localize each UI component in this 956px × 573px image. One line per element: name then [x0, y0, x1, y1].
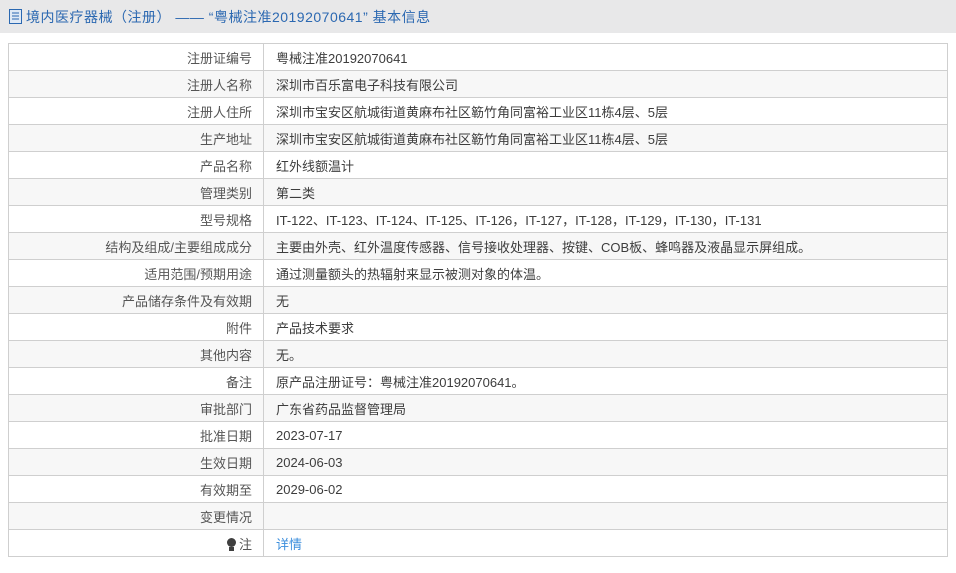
bulb-icon	[226, 537, 236, 551]
row-label: 批准日期	[8, 421, 264, 449]
row-value	[263, 502, 948, 530]
table-row: 产品储存条件及有效期无	[8, 286, 948, 314]
row-label: 备注	[8, 367, 264, 395]
info-table-body: 注册证编号 粤械注准20192070641 注册人名称 深圳市百乐富电子科技有限公司注…	[8, 43, 948, 557]
table-row: 注册证编号 粤械注准20192070641	[8, 43, 948, 71]
row-label: 结构及组成/主要组成成分	[8, 232, 264, 260]
table-row: 注详情	[8, 529, 948, 557]
detail-link[interactable]: 详情	[276, 537, 302, 552]
row-value: 通过测量额头的热辐射来显示被测对象的体温。	[263, 259, 948, 287]
row-value: 红外线额温计	[263, 151, 948, 179]
row-label: 附件	[8, 313, 264, 341]
row-value: 无。	[263, 340, 948, 368]
table-row: 生效日期 2024-06-03	[8, 448, 948, 476]
row-value: 深圳市宝安区航城街道黄麻布社区簕竹角同富裕工业区11栋4层、5层	[263, 124, 948, 152]
row-value: 广东省药品监督管理局	[263, 394, 948, 422]
table-row: 审批部门 广东省药品监督管理局	[8, 394, 948, 422]
table-row: 备注 原产品注册证号：粤械注准20192070641。	[8, 367, 948, 395]
row-value: IT-122、IT-123、IT-124、IT-125、IT-126，IT-12…	[263, 205, 948, 233]
row-label: 生产地址	[8, 124, 264, 152]
registration-info-table: 注册证编号 粤械注准20192070641 注册人名称 深圳市百乐富电子科技有限公司注…	[8, 43, 948, 557]
row-label: 注册人名称	[8, 70, 264, 98]
table-row: 注册人住所 深圳市宝安区航城街道黄麻布社区簕竹角同富裕工业区11栋4层、5层	[8, 97, 948, 125]
table-row: 批准日期 2023-07-17	[8, 421, 948, 449]
row-value: 原产品注册证号：粤械注准20192070641。	[263, 367, 948, 395]
row-label: 注	[8, 529, 264, 557]
row-value: 粤械注准20192070641	[263, 43, 948, 71]
table-row: 注册人名称 深圳市百乐富电子科技有限公司	[8, 70, 948, 98]
row-label: 适用范围/预期用途	[8, 259, 264, 287]
table-row: 有效期至 2029-06-02	[8, 475, 948, 503]
row-value: 深圳市百乐富电子科技有限公司	[263, 70, 948, 98]
row-label: 生效日期	[8, 448, 264, 476]
table-row: 管理类别 第二类	[8, 178, 948, 206]
table-row: 变更情况	[8, 502, 948, 530]
row-label: 型号规格	[8, 205, 264, 233]
row-value: 主要由外壳、红外温度传感器、信号接收处理器、按键、COB板、蜂鸣器及液晶显示屏组…	[263, 232, 948, 260]
row-label: 管理类别	[8, 178, 264, 206]
row-value: 2023-07-17	[263, 421, 948, 449]
row-value: 2024-06-03	[263, 448, 948, 476]
table-row: 适用范围/预期用途 通过测量额头的热辐射来显示被测对象的体温。	[8, 259, 948, 287]
row-value: 无	[263, 286, 948, 314]
document-icon	[9, 9, 22, 24]
table-row: 型号规格 IT-122、IT-123、IT-124、IT-125、IT-126，I…	[8, 205, 948, 233]
table-row: 附件 产品技术要求	[8, 313, 948, 341]
row-value: 2029-06-02	[263, 475, 948, 503]
table-row: 产品名称 红外线额温计	[8, 151, 948, 179]
page-title: 境内医疗器械（注册） —— “粤械注准20192070641” 基本信息	[26, 8, 431, 25]
table-row: 生产地址 深圳市宝安区航城街道黄麻布社区簕竹角同富裕工业区11栋4层、5层	[8, 124, 948, 152]
row-value: 第二类	[263, 178, 948, 206]
row-label: 注册人住所	[8, 97, 264, 125]
row-label: 注册证编号	[8, 43, 264, 71]
row-label: 其他内容	[8, 340, 264, 368]
row-label: 产品名称	[8, 151, 264, 179]
page-header: 境内医疗器械（注册） —— “粤械注准20192070641” 基本信息	[0, 0, 956, 33]
row-value: 产品技术要求	[263, 313, 948, 341]
row-label: 审批部门	[8, 394, 264, 422]
row-label: 产品储存条件及有效期	[8, 286, 264, 314]
row-value: 深圳市宝安区航城街道黄麻布社区簕竹角同富裕工业区11栋4层、5层	[263, 97, 948, 125]
table-row: 其他内容 无。	[8, 340, 948, 368]
table-row: 结构及组成/主要组成成分 主要由外壳、红外温度传感器、信号接收处理器、按键、COB…	[8, 232, 948, 260]
row-label: 变更情况	[8, 502, 264, 530]
row-label: 有效期至	[8, 475, 264, 503]
row-value: 详情	[263, 529, 948, 557]
